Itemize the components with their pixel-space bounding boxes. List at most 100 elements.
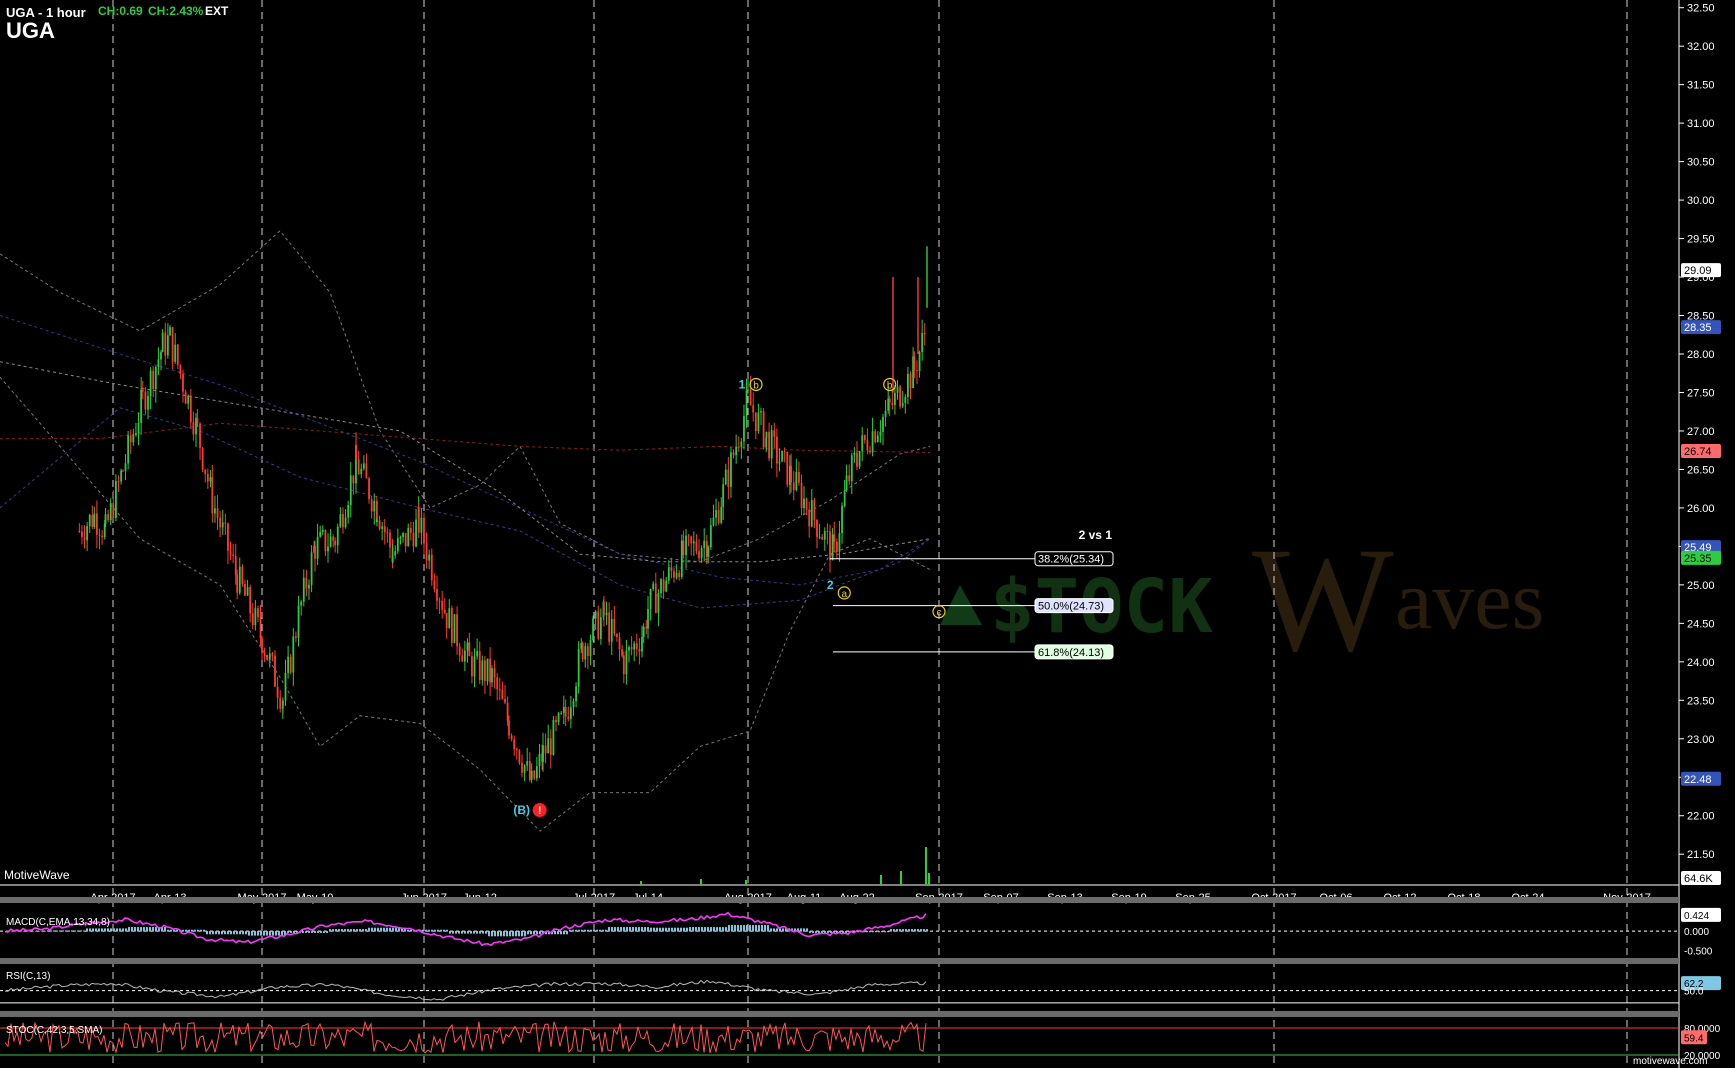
candle-body: [249, 587, 252, 614]
candle-body: [569, 707, 572, 720]
panel-tick-label: 50.0: [1684, 987, 1704, 998]
macd-histogram-bar: [221, 931, 223, 935]
candle-body: [652, 583, 655, 590]
wave-label: !: [538, 805, 542, 817]
macd-histogram-bar: [266, 931, 268, 936]
candle-body: [869, 450, 871, 453]
candle-body: [891, 402, 894, 405]
panel-tick-label: 59.4: [1684, 1033, 1704, 1044]
candle-body: [192, 422, 195, 435]
macd-histogram-bar: [146, 927, 148, 932]
candle-body: [171, 327, 174, 362]
candle-body: [115, 480, 117, 518]
candle-body: [740, 441, 743, 447]
price-tick-label: 32.00: [1687, 41, 1715, 53]
candle-body: [261, 638, 263, 654]
candle-body: [140, 389, 143, 424]
macd-histogram-bar: [485, 931, 487, 934]
candle-body: [196, 417, 199, 424]
candle-body: [347, 505, 350, 518]
macd-histogram-bar: [917, 929, 919, 932]
candle-body: [700, 547, 703, 559]
candle-body: [866, 439, 869, 451]
candle-body: [149, 370, 152, 396]
candle-body: [818, 536, 821, 538]
candle-body: [829, 531, 831, 561]
candle-body: [765, 431, 768, 438]
candle-body: [913, 356, 916, 371]
candle-body: [101, 535, 103, 538]
candle-body: [549, 738, 552, 755]
motivewave-brand: MotiveWave: [4, 868, 70, 882]
panel-tick-label: -0.500: [1684, 946, 1713, 957]
macd-histogram-bar: [47, 930, 49, 932]
macd-histogram-bar: [593, 929, 595, 932]
macd-histogram-bar: [770, 928, 772, 932]
candle-body: [743, 415, 745, 442]
candle-body: [747, 389, 749, 391]
candle-body: [712, 517, 715, 526]
candle-body: [715, 510, 717, 518]
candle-body: [93, 513, 96, 527]
macd-histogram-bar: [896, 929, 898, 932]
candle-body: [856, 458, 858, 467]
macd-histogram-bar: [116, 928, 118, 932]
macd-histogram-bar: [290, 931, 292, 933]
macd-histogram-bar: [782, 928, 784, 932]
candle-body: [618, 637, 621, 650]
price-tick-label: 21.50: [1687, 849, 1715, 861]
candle-body: [332, 536, 335, 541]
macd-histogram-bar: [368, 927, 370, 932]
macd-histogram-bar: [191, 929, 193, 932]
macd-histogram-bar: [173, 929, 175, 932]
candle-body: [845, 475, 848, 491]
candle-body: [259, 617, 262, 639]
macd-histogram-bar: [227, 931, 229, 935]
candle-body: [221, 522, 224, 528]
macd-histogram-bar: [671, 927, 673, 932]
wave-label: b: [753, 380, 759, 391]
candle-body: [879, 431, 882, 436]
candle-body: [412, 532, 415, 547]
price-tick-label: 29.50: [1687, 234, 1715, 246]
candle-body: [589, 640, 592, 657]
candle-body: [572, 701, 575, 708]
wave-label: 2: [827, 578, 834, 592]
macd-histogram-bar: [197, 929, 199, 932]
macd-histogram-bar: [587, 929, 589, 932]
candle-body: [861, 435, 864, 451]
candle-body: [438, 600, 441, 602]
macd-histogram-bar: [275, 931, 277, 936]
macd-histogram-bar: [617, 927, 619, 932]
candle-body: [224, 522, 227, 524]
macd-histogram-bar: [437, 929, 439, 932]
macd-histogram-bar: [881, 931, 883, 933]
candle-body: [117, 480, 120, 482]
macd-histogram-bar: [389, 927, 391, 932]
price-tick-label: 22.00: [1687, 811, 1715, 823]
candle-body: [745, 390, 748, 416]
macd-histogram-bar: [323, 931, 325, 933]
candle-body: [603, 601, 605, 616]
macd-histogram-bar: [812, 931, 814, 933]
macd-histogram-bar: [665, 927, 667, 932]
macd-histogram-bar: [635, 927, 637, 932]
candle-body: [680, 540, 683, 577]
candle-body: [874, 431, 877, 442]
fib-label: 61.8%(24.13): [1038, 647, 1104, 659]
candle-body: [199, 423, 201, 448]
macd-histogram-bar: [575, 929, 577, 932]
candle-body: [690, 536, 693, 544]
candle-body: [409, 527, 412, 533]
candle-body: [478, 650, 481, 681]
candle-body: [292, 636, 295, 673]
candle-body: [445, 612, 448, 629]
macd-histogram-bar: [260, 931, 262, 936]
macd-histogram-bar: [104, 928, 106, 932]
watermark-waves-text: aves: [1395, 554, 1544, 647]
ext-label[interactable]: EXT: [205, 4, 229, 18]
candle-body: [613, 618, 616, 634]
macd-histogram-bar: [920, 929, 922, 932]
candle-body: [560, 712, 563, 714]
macd-histogram-bar: [431, 929, 433, 932]
